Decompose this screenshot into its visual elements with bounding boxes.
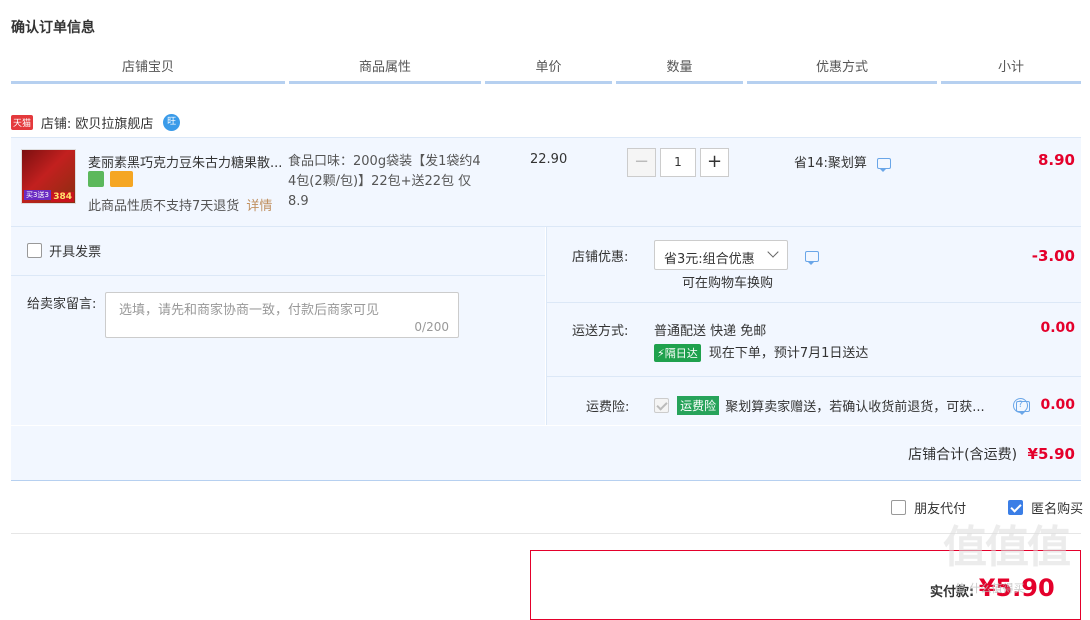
unit-price: 22.90 [530, 152, 568, 167]
invoice-option[interactable]: 开具发票 [27, 241, 101, 260]
message-label: 给卖家留言: [27, 297, 97, 312]
shipping-label: 运送方式: [572, 324, 629, 339]
insurance-amount: 0.00 [1040, 397, 1075, 413]
shop-discount-select[interactable]: 省3元:组合优惠 [654, 240, 788, 270]
wangwang-chat-icon[interactable]: 旺 [163, 114, 181, 131]
message-icon[interactable] [877, 158, 892, 172]
quantity-decrease-button[interactable]: − [627, 148, 656, 177]
quantity-increase-button[interactable]: + [700, 148, 729, 177]
no-return-note: 此商品性质不支持7天退货 详情 [88, 195, 272, 214]
friend-pay-label: 朋友代付 [914, 502, 967, 517]
message-counter: 0/200 [414, 320, 449, 334]
friend-pay-option[interactable]: 朋友代付 [891, 498, 966, 517]
anonymous-option[interactable]: 匿名购买 [1008, 498, 1083, 517]
seller-message-input[interactable]: 选填，请先和商家协商一致，付款后商家可见 0/200 [105, 292, 459, 338]
item-discount: 省14:聚划算 [794, 152, 892, 172]
attr-line: 食品口味：200g袋装【发1袋约4 [288, 154, 481, 169]
tmall-badge: 天猫 [11, 115, 34, 130]
divider [11, 533, 1081, 534]
shop-discount-label: 店铺优惠: [572, 250, 629, 265]
column-header-attributes: 商品属性 [289, 59, 481, 84]
anonymous-checkbox[interactable] [1008, 500, 1023, 515]
product-attributes: 食品口味：200g袋装【发1袋约4 4包(2颗/包)】22包+送22包 仅 8.… [288, 152, 484, 212]
shop-discount-amount: -3.00 [1031, 247, 1075, 265]
return-note-text: 此商品性质不支持7天退货 [88, 199, 240, 214]
delivery-eta: ⚡隔日达 现在下单，预计7月1日送达 [654, 342, 868, 362]
thumb-promo-tag: 买3送3 [24, 190, 51, 200]
shipping-amount: 0.00 [1040, 320, 1075, 336]
item-discount-text: 省14:聚划算 [794, 156, 867, 171]
shop-name[interactable]: 店铺: 欧贝拉旗舰店 [41, 117, 154, 132]
column-header-quantity: 数量 [616, 59, 743, 84]
friend-pay-checkbox[interactable] [891, 500, 906, 515]
column-header-shop-item: 店铺宝贝 [11, 59, 285, 84]
shop-total-amount: ¥5.90 [1027, 445, 1075, 463]
exchange-note: 可在购物车换购 [682, 276, 774, 291]
column-header-unit-price: 单价 [485, 59, 612, 84]
invoice-checkbox[interactable] [27, 243, 42, 258]
insurance-label: 运费险: [586, 400, 630, 415]
watermark-text: 值 什么值得买 [955, 582, 1025, 595]
product-thumbnail[interactable]: 买3送3 384 [21, 149, 76, 204]
insurance-desc: 聚划算卖家赠送，若确认收货前退货，可获... [725, 400, 985, 415]
insurance-badge: 运费险 [677, 396, 720, 415]
shop-row: 天猫 店铺: 欧贝拉旗舰店 旺 [11, 113, 1081, 135]
page-title: 确认订单信息 [11, 20, 95, 36]
eta-text: 现在下单，预计7月1日送达 [708, 346, 869, 361]
insurance-checkbox [654, 398, 669, 413]
column-header-subtotal: 小计 [941, 59, 1081, 84]
anonymous-label: 匿名购买 [1031, 502, 1084, 517]
quantity-input[interactable]: 1 [660, 148, 696, 177]
item-subtotal: 8.90 [1037, 151, 1075, 169]
credit-card-icon [109, 171, 133, 187]
chevron-down-icon [767, 246, 779, 258]
watermark-logo: 值值值 [943, 522, 1071, 573]
insurance-row: 运费险 聚划算卖家赠送，若确认收货前退货，可获... [654, 396, 985, 415]
guarantee-icon [88, 171, 104, 187]
quantity-stepper: − 1 + [627, 148, 731, 178]
shipping-method: 普通配送 快递 免邮 [654, 324, 767, 339]
column-header-discount: 优惠方式 [747, 59, 937, 84]
message-icon[interactable] [805, 251, 819, 265]
help-icon[interactable]: ? [1013, 398, 1028, 413]
product-name-link[interactable]: 麦丽素黑巧克力豆朱古力糖果散... [88, 152, 284, 171]
attr-line: 4包(2颗/包)】22包+送22包 仅 [288, 174, 472, 189]
shop-total: 店铺合计(含运费) ¥5.90 [800, 444, 1075, 464]
message-placeholder: 选填，请先和商家协商一致，付款后商家可见 [119, 303, 380, 318]
shop-total-label: 店铺合计(含运费) [908, 447, 1018, 463]
service-icons [88, 171, 133, 187]
attr-line: 8.9 [288, 194, 309, 209]
invoice-label: 开具发票 [49, 245, 102, 260]
detail-link[interactable]: 详情 [246, 199, 272, 214]
next-day-badge: ⚡隔日达 [654, 344, 701, 362]
shop-discount-selected: 省3元:组合优惠 [664, 252, 755, 267]
thumb-price-tag: 384 [51, 192, 74, 202]
